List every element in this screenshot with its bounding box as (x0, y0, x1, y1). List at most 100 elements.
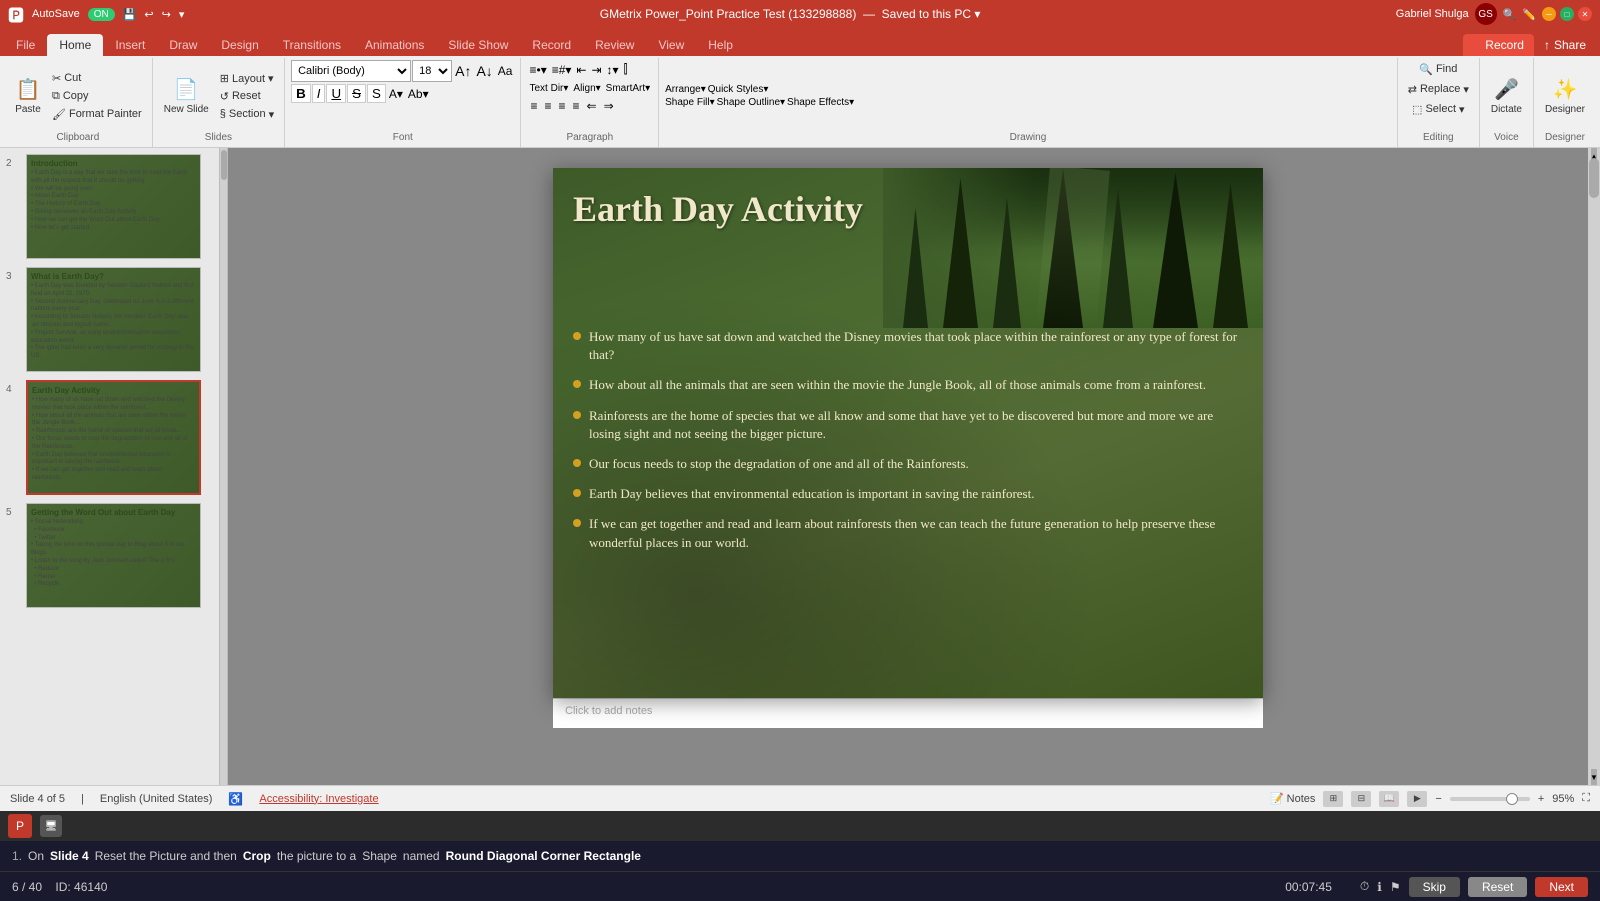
slideshow-button[interactable]: ▶ (1407, 791, 1427, 807)
scroll-down-arrow[interactable]: ▼ (1591, 769, 1597, 785)
slide-thumb-4[interactable]: 4 Earth Day Activity • How many of us ha… (4, 378, 215, 497)
align-center-icon[interactable]: ≡ (542, 98, 555, 114)
section-button[interactable]: § Section ▾ (216, 105, 278, 123)
paste-button[interactable]: 📋 Paste (10, 66, 46, 126)
font-size-select[interactable]: 18 (412, 60, 452, 82)
text-direction-icon[interactable]: Text Dir▾ (527, 81, 570, 96)
shadow-button[interactable]: S (367, 84, 386, 103)
new-slide-button[interactable]: 📄 New Slide (159, 66, 214, 126)
flag-icon[interactable]: ⚑ (1390, 880, 1401, 894)
fit-screen-icon[interactable]: ⛶ (1582, 792, 1590, 805)
align-right-icon[interactable]: ≡ (556, 98, 569, 114)
clear-format-icon[interactable]: Aa (496, 62, 515, 80)
next-button[interactable]: Next (1535, 877, 1588, 897)
tab-file[interactable]: File (4, 34, 47, 56)
tab-insert[interactable]: Insert (103, 34, 157, 56)
reset-button[interactable]: Reset (1468, 877, 1527, 897)
scroll-thumb[interactable] (1589, 158, 1599, 198)
tab-home[interactable]: Home (47, 34, 103, 56)
tab-draw[interactable]: Draw (157, 34, 209, 56)
skip-button[interactable]: Skip (1409, 877, 1460, 897)
tab-record[interactable]: Record (520, 34, 583, 56)
normal-view-button[interactable]: ⊞ (1323, 791, 1343, 807)
zoom-plus-icon[interactable]: + (1538, 793, 1544, 805)
save-icon[interactable]: 💾 (123, 8, 137, 21)
taskbar-powerpoint-icon[interactable]: P (8, 814, 32, 838)
tab-view[interactable]: View (646, 34, 696, 56)
right-scroll-bar[interactable]: ▲ ▼ (1588, 148, 1600, 785)
zoom-slider[interactable] (1450, 797, 1530, 801)
quick-styles-icon[interactable]: Quick Styles▾ (708, 84, 769, 95)
slide-content-area[interactable]: How many of us have sat down and watched… (573, 328, 1243, 688)
zoom-thumb[interactable] (1506, 793, 1518, 805)
bold-button[interactable]: B (291, 84, 311, 103)
ltr-icon[interactable]: ⇒ (601, 98, 617, 114)
copy-button[interactable]: ⧉ Copy (48, 87, 146, 105)
zoom-minus-icon[interactable]: − (1435, 793, 1441, 805)
share-tab-button[interactable]: ↑ Share (1534, 34, 1596, 56)
line-spacing-icon[interactable]: ↕▾ (605, 61, 621, 79)
font-increase-icon[interactable]: A↑ (453, 61, 473, 81)
notes-toggle[interactable]: 📝 Notes (1270, 792, 1315, 805)
autosave-toggle[interactable]: ON (88, 8, 115, 21)
left-scroll-thumb[interactable] (221, 150, 227, 180)
format-painter-button[interactable]: 🖌 Format Painter (48, 105, 146, 123)
close-button[interactable]: ✕ (1578, 7, 1592, 21)
notes-area[interactable]: Click to add notes (553, 698, 1263, 728)
slide-thumb-5[interactable]: 5 Getting the Word Out about Earth Day •… (4, 501, 215, 610)
replace-button[interactable]: ⇄ Replace ▾ (1404, 80, 1473, 98)
smartart-icon[interactable]: SmartArt▾ (604, 81, 652, 96)
tab-design[interactable]: Design (209, 34, 270, 56)
select-button[interactable]: ⬚ Select ▾ (1408, 100, 1469, 118)
tab-transitions[interactable]: Transitions (271, 34, 353, 56)
search-icon[interactable]: 🔍 (1503, 8, 1517, 21)
designer-button[interactable]: ✨ Designer (1540, 66, 1590, 126)
highlight-icon[interactable]: Ab▾ (406, 85, 431, 103)
underline-button[interactable]: U (326, 84, 346, 103)
zoom-level[interactable]: 95% (1552, 793, 1574, 805)
indent-more-icon[interactable]: ⇥ (589, 61, 603, 79)
strikethrough-button[interactable]: S (347, 84, 366, 103)
reading-view-button[interactable]: 📖 (1379, 791, 1399, 807)
customize-icon[interactable]: ▾ (179, 8, 185, 21)
maximize-button[interactable]: □ (1560, 7, 1574, 21)
slide-thumb-2[interactable]: 2 Introduction • Earth Day is a day that… (4, 152, 215, 261)
redo-icon[interactable]: ↪ (162, 8, 171, 21)
find-button[interactable]: 🔍 Find (1415, 60, 1461, 78)
tab-animations[interactable]: Animations (353, 34, 436, 56)
accessibility-label[interactable]: Accessibility: Investigate (259, 793, 378, 805)
info-icon[interactable]: ℹ (1377, 880, 1382, 894)
align-left-icon[interactable]: ≡ (527, 98, 540, 114)
slide-canvas[interactable]: Earth Day Activity How many of us have s… (553, 168, 1263, 698)
add-column-icon[interactable]: ⫿ (622, 60, 630, 79)
minimize-button[interactable]: ─ (1542, 7, 1556, 21)
bullets-icon[interactable]: ≡•▾ (527, 61, 548, 79)
arrange-icon[interactable]: Arrange▾ (665, 84, 706, 95)
edit-icon[interactable]: ✏️ (1522, 8, 1536, 21)
shape-effects-icon[interactable]: Shape Effects▾ (787, 97, 854, 108)
font-color-icon[interactable]: A▾ (387, 85, 405, 103)
rtl-icon[interactable]: ⇐ (584, 98, 600, 114)
record-tab-button[interactable]: Record (1463, 34, 1534, 56)
left-scroll-bar[interactable] (220, 148, 228, 785)
indent-less-icon[interactable]: ⇤ (574, 61, 588, 79)
font-decrease-icon[interactable]: A↓ (474, 61, 494, 81)
tab-review[interactable]: Review (583, 34, 646, 56)
slide-sorter-button[interactable]: ⊟ (1351, 791, 1371, 807)
tab-help[interactable]: Help (696, 34, 745, 56)
slide-thumb-3[interactable]: 3 What is Earth Day? • Earth Day was fou… (4, 265, 215, 374)
numbering-icon[interactable]: ≡#▾ (550, 61, 574, 79)
justify-icon[interactable]: ≡ (570, 98, 583, 114)
reset-button[interactable]: ↺ Reset (216, 87, 278, 105)
align-text-icon[interactable]: Align▾ (571, 81, 602, 96)
shape-outline-icon[interactable]: Shape Outline▾ (717, 97, 785, 108)
taskbar-app-icon[interactable]: 🖥 (40, 815, 62, 837)
undo-icon[interactable]: ↩ (144, 8, 153, 21)
dictate-button[interactable]: 🎤 Dictate (1486, 66, 1527, 126)
layout-button[interactable]: ⊞ Layout ▾ (216, 69, 278, 87)
shape-fill-icon[interactable]: Shape Fill▾ (665, 97, 715, 108)
cut-button[interactable]: ✂ Cut (48, 69, 146, 87)
font-family-select[interactable]: Calibri (Body) (291, 60, 411, 82)
italic-button[interactable]: I (312, 84, 326, 103)
tab-slideshow[interactable]: Slide Show (436, 34, 520, 56)
